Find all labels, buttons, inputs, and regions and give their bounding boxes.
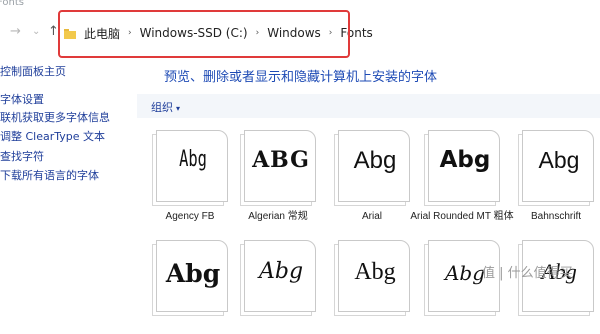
font-tile[interactable]: Abg [516, 234, 596, 334]
font-file-icon: Abg [152, 130, 228, 206]
font-name: Arial [361, 211, 382, 222]
sidebar-item-get-more-fonts[interactable]: 联机获取更多字体信息 [0, 109, 110, 125]
forward-icon[interactable]: → [10, 24, 21, 39]
font-tile[interactable]: Abg [422, 234, 502, 334]
command-bar: 组织 ▾ [137, 94, 600, 118]
font-file-icon: Abg [240, 240, 316, 316]
font-sample: Abg [165, 259, 221, 288]
font-file-icon: ABG [240, 130, 316, 206]
font-tile[interactable]: Abg [332, 234, 412, 334]
font-sample: Abg [439, 147, 491, 173]
font-sample: Abg [179, 147, 207, 172]
font-sample: Abg [354, 259, 396, 285]
sidebar-item-control-panel-home[interactable]: 控制面板主页 [0, 63, 66, 79]
font-file-icon: Abg [424, 130, 500, 206]
font-tile-arial-rounded[interactable]: Abg Arial Rounded MT 粗体 [410, 124, 514, 224]
sidebar-item-download-fonts[interactable]: 下载所有语言的字体 [0, 167, 99, 183]
font-sample: ABG [252, 147, 310, 173]
watermark: 值 | 什么值得买 [482, 262, 573, 281]
chevron-down-icon: ▾ [176, 104, 181, 113]
font-file-icon: Abg [152, 240, 228, 316]
font-tile[interactable]: Abg [238, 234, 318, 334]
font-tile-agency-fb[interactable]: Abg Agency FB [150, 124, 230, 224]
font-tile-bahnschrift[interactable]: Abg Bahnschrift [516, 124, 596, 224]
font-file-icon: Abg [334, 240, 410, 316]
font-tile[interactable]: Abg [150, 234, 230, 334]
font-name: Arial Rounded MT 粗体 [410, 211, 514, 222]
recent-locations-icon[interactable]: ⌄ [32, 26, 40, 37]
sidebar-item-font-settings[interactable]: 字体设置 [0, 91, 44, 107]
font-sample: Abg [538, 147, 580, 173]
watermark-text: 值 | 什么值得买 [482, 266, 573, 281]
font-name: Algerian 常规 [248, 211, 308, 222]
organize-button[interactable]: 组织 ▾ [151, 99, 180, 115]
font-tile-algerian[interactable]: ABG Algerian 常规 [238, 124, 318, 224]
font-file-icon: Abg [518, 130, 594, 206]
font-sample: Abg [258, 259, 304, 284]
highlight-box [58, 10, 350, 58]
sidebar-item-find-character[interactable]: 查找字符 [0, 148, 44, 164]
organize-label: 组织 [151, 101, 173, 114]
sidebar-item-cleartype[interactable]: 调整 ClearType 文本 [0, 128, 105, 144]
font-tile-arial[interactable]: Abg Arial [332, 124, 412, 224]
window-title: Fonts [0, 0, 24, 8]
font-file-icon: Abg [334, 130, 410, 206]
page-title: 预览、删除或者显示和隐藏计算机上安装的字体 [164, 70, 438, 85]
font-name: Bahnschrift [530, 211, 582, 222]
font-sample: Abg [353, 147, 397, 174]
